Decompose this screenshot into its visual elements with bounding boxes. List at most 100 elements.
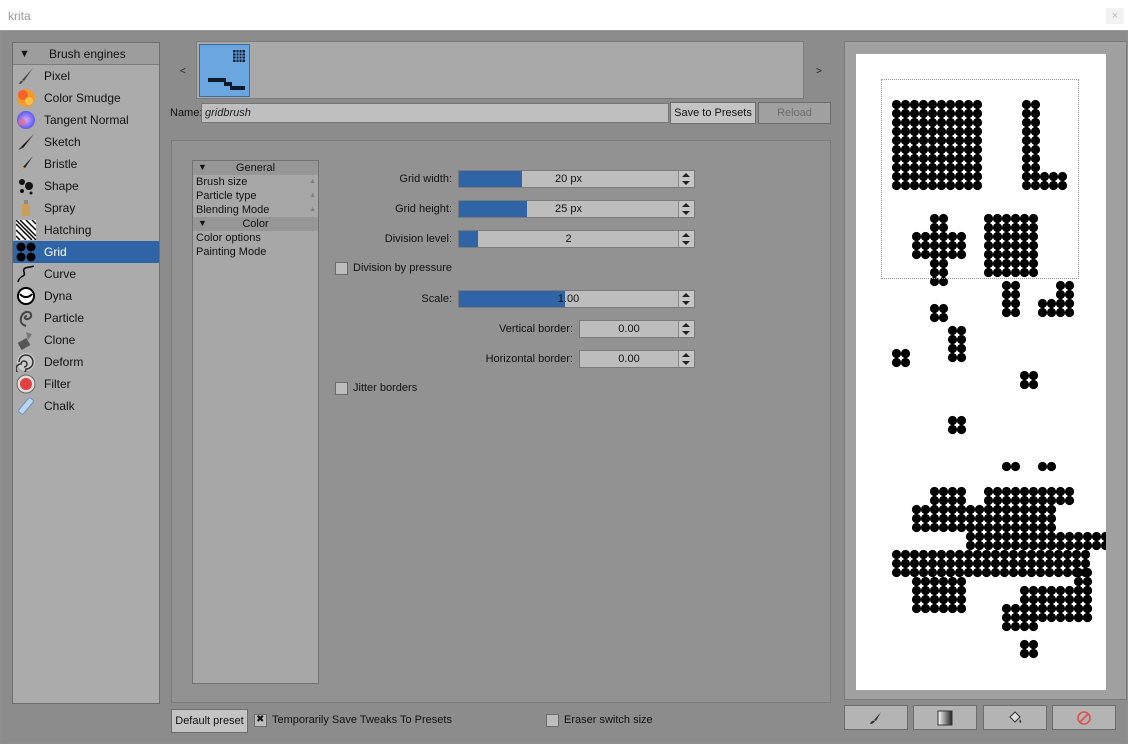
grid-height-spinner[interactable] (678, 201, 694, 217)
brush-engines-header[interactable]: ▼ Brush engines (13, 43, 159, 65)
engine-item-color-smudge[interactable]: Color Smudge (13, 87, 159, 109)
engine-item-spray[interactable]: Spray (13, 197, 159, 219)
spin-up-icon[interactable] (682, 173, 690, 177)
grid-width-slider[interactable]: 20 px (458, 170, 695, 188)
option-category-general[interactable]: ▼ General (193, 161, 318, 175)
option-item-painting-mode[interactable]: Painting Mode (193, 245, 318, 259)
engine-item-particle[interactable]: Particle (13, 307, 159, 329)
grid-height-slider[interactable]: 25 px (458, 200, 695, 218)
pixel-brush-icon (16, 66, 36, 86)
engine-item-label: Curve (44, 267, 77, 281)
engine-item-sketch[interactable]: Sketch (13, 131, 159, 153)
division-level-spinner[interactable] (678, 231, 694, 247)
engine-item-label: Particle (44, 311, 85, 325)
preset-thumbnail-gridbrush[interactable] (199, 44, 250, 97)
engine-item-bristle[interactable]: Bristle (13, 153, 159, 175)
engine-item-dyna[interactable]: Dyna (13, 285, 159, 307)
spin-up-icon[interactable] (682, 203, 690, 207)
hatching-icon (15, 219, 37, 241)
engine-item-hatching[interactable]: Hatching (13, 219, 159, 241)
engine-item-grid[interactable]: Grid (13, 241, 159, 263)
fill-gradient-button[interactable] (913, 705, 977, 730)
option-item-label: Painting Mode (196, 246, 267, 258)
engine-item-curve[interactable]: Curve (13, 263, 159, 285)
option-item-label: Particle type (196, 190, 257, 202)
temp-save-tweaks-checkbox[interactable]: Temporarily Save Tweaks To Presets (254, 714, 514, 728)
vertical-border-spinbox[interactable]: 0.00 (579, 320, 695, 338)
deform-icon (15, 352, 36, 375)
grid-height-label: Grid height: (395, 203, 452, 215)
spin-down-icon[interactable] (682, 211, 690, 215)
spin-up-icon[interactable] (682, 293, 690, 297)
grid-width-label: Grid width: (399, 173, 452, 185)
engine-item-clone[interactable]: Clone (13, 329, 159, 351)
engine-item-label: Sketch (44, 135, 81, 149)
engine-item-pixel[interactable]: Pixel (13, 65, 159, 87)
division-level-slider[interactable]: 2 (458, 230, 695, 248)
save-to-presets-button[interactable]: Save to Presets (670, 102, 756, 124)
presets-next-button[interactable]: > (816, 66, 822, 77)
tangent-normal-icon (16, 110, 36, 130)
vertical-border-spinner[interactable] (678, 321, 694, 337)
spin-up-icon[interactable] (682, 353, 690, 357)
scratchpad-selection (881, 79, 1079, 279)
clear-scratchpad-button[interactable] (1052, 705, 1116, 730)
spin-down-icon[interactable] (682, 361, 690, 365)
name-label: Name: (170, 107, 203, 119)
spin-up-icon[interactable] (682, 323, 690, 327)
spin-up-icon[interactable] (682, 233, 690, 237)
lock-icon[interactable]: ▲ (309, 175, 316, 189)
spin-down-icon[interactable] (682, 241, 690, 245)
scale-value: 1.00 (557, 293, 580, 305)
fill-color-button[interactable] (983, 705, 1047, 730)
division-by-pressure-checkbox[interactable]: Division by pressure (335, 262, 535, 276)
collapse-triangle-icon: ▼ (19, 48, 30, 60)
checkbox-box[interactable] (546, 714, 559, 727)
checkbox-box[interactable] (335, 262, 348, 275)
lock-icon[interactable]: ▲ (309, 203, 316, 217)
engine-item-chalk[interactable]: Chalk (13, 395, 159, 417)
engine-item-label: Pixel (44, 69, 71, 83)
engine-item-label: Grid (44, 245, 67, 259)
engine-item-label: Filter (44, 377, 71, 391)
paint-brush-button[interactable] (844, 705, 908, 730)
grid-icon (16, 242, 36, 262)
checkbox-box[interactable] (335, 382, 348, 395)
brush-engines-label: Brush engines (49, 47, 126, 61)
eraser-switch-size-checkbox[interactable]: Eraser switch size (546, 714, 706, 728)
preset-name-input[interactable]: gridbrush (201, 103, 669, 123)
particle-icon (16, 308, 36, 328)
engine-item-deform[interactable]: Deform (13, 351, 159, 375)
division-level-value: 2 (565, 233, 572, 245)
lock-icon[interactable]: ▲ (309, 189, 316, 203)
spin-down-icon[interactable] (682, 331, 690, 335)
spin-down-icon[interactable] (682, 181, 690, 185)
engine-item-label: Spray (44, 201, 76, 215)
temp-save-tweaks-label: Temporarily Save Tweaks To Presets (272, 714, 452, 726)
checkbox-box[interactable] (254, 714, 267, 727)
option-item-brush-size[interactable]: Brush size ▲ (193, 175, 318, 189)
horizontal-border-spinbox[interactable]: 0.00 (579, 350, 695, 368)
option-category-color[interactable]: ▼ Color (193, 217, 318, 231)
engine-item-tangent-normal[interactable]: Tangent Normal (13, 109, 159, 131)
engine-item-shape[interactable]: Shape (13, 175, 159, 197)
option-item-blending-mode[interactable]: Blending Mode ▲ (193, 203, 318, 217)
scale-spinner[interactable] (678, 291, 694, 307)
close-icon[interactable]: × (1106, 8, 1124, 24)
option-item-particle-type[interactable]: Particle type ▲ (193, 189, 318, 203)
scratchpad-canvas[interactable] (856, 54, 1111, 690)
reload-button[interactable]: Reload (758, 102, 831, 124)
grid-width-spinner[interactable] (678, 171, 694, 187)
sketch-icon (16, 132, 36, 152)
engine-item-filter[interactable]: Filter (13, 373, 159, 395)
default-preset-button[interactable]: Default preset (171, 709, 248, 733)
engine-item-label: Deform (44, 355, 84, 369)
chalk-icon (16, 396, 36, 416)
jitter-borders-label: Jitter borders (353, 382, 418, 394)
spin-down-icon[interactable] (682, 301, 690, 305)
scale-slider[interactable]: 1.00 (458, 290, 695, 308)
presets-prev-button[interactable]: < (180, 66, 186, 77)
jitter-borders-checkbox[interactable]: Jitter borders (335, 382, 535, 396)
option-item-color-options[interactable]: Color options (193, 231, 318, 245)
horizontal-border-spinner[interactable] (678, 351, 694, 367)
